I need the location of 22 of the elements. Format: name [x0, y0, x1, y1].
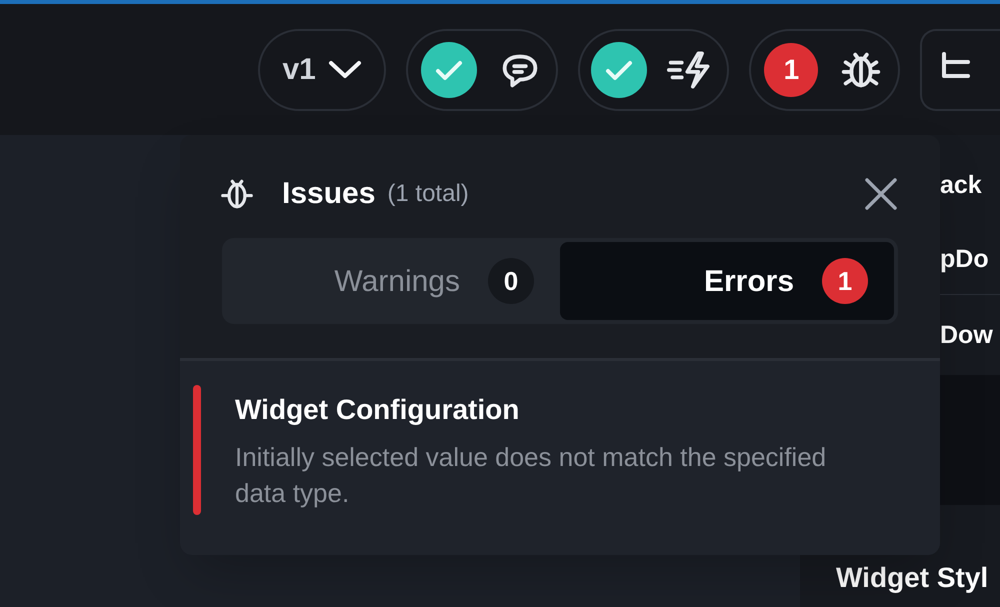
count-badge: 0: [488, 258, 534, 304]
panel-label: pDo: [940, 245, 989, 273]
status-button[interactable]: [406, 28, 558, 110]
status-button[interactable]: 1: [748, 28, 900, 110]
panel-label: ack: [940, 171, 982, 199]
tab[interactable]: Warnings 0: [226, 242, 560, 320]
issue-title: Widget Configuration: [235, 393, 520, 427]
close-icon: [864, 176, 898, 210]
error-count-badge: 1: [764, 42, 818, 96]
toolbar-button[interactable]: [920, 28, 1000, 110]
panel-label: Widget Styl: [836, 562, 988, 593]
version-dropdown[interactable]: v1: [258, 28, 386, 110]
status-button[interactable]: [578, 28, 729, 110]
panel-title: Issues: [282, 176, 376, 212]
check-badge-icon: [420, 42, 477, 98]
count-badge: 1: [822, 258, 868, 304]
check-badge-icon: [591, 42, 648, 98]
tab[interactable]: Errors 1: [560, 242, 894, 320]
issue-message: Initially selected value does not match the specified data type.: [235, 441, 828, 510]
issue-total: (1 total): [387, 178, 469, 208]
chevron-down-icon: [328, 60, 362, 80]
panel-label: Dow: [940, 321, 993, 349]
